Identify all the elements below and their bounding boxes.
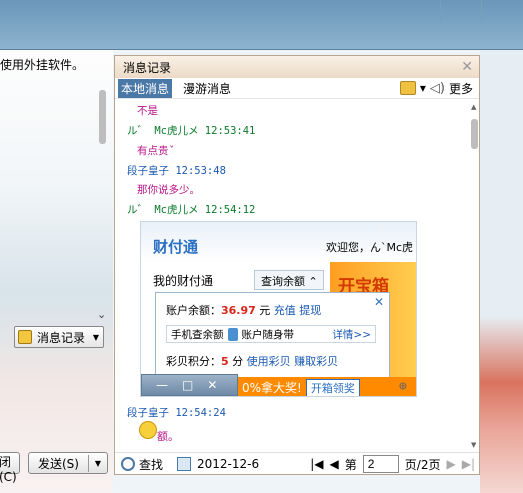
history-panel: 消息记录 ✕ 本地消息 漫游消息 ▾ ◁) 更多 不是 ル゛ Mc虎儿メ 12:… <box>114 55 480 475</box>
export-icon[interactable] <box>399 81 416 95</box>
points-unit: 分 <box>232 355 244 368</box>
balance-popup: ✕ 账户余额：36.97 元 充值 提现 手机查余额 账户随身带 详情>> 彩贝… <box>155 292 390 378</box>
history-icon <box>18 330 32 344</box>
balance-unit: 元 <box>259 304 271 317</box>
search-label[interactable]: 查找 <box>139 456 163 473</box>
close-chat-label: 闭(C) <box>0 455 17 484</box>
points-value: 5 <box>221 355 229 368</box>
points-line: 彩贝积分：5 分 使用彩贝 赚取彩贝 <box>166 353 338 369</box>
desktop-background <box>480 50 523 493</box>
popup-close-icon: ✕ <box>373 295 384 309</box>
speaker-icon[interactable]: ◁) <box>430 81 445 96</box>
prize-banner: 0%拿大奖! 开箱领奖 <box>238 377 416 396</box>
history-scrollbar[interactable]: ▲ ▼ <box>469 101 480 453</box>
tab-local[interactable]: 本地消息 <box>118 78 173 98</box>
mini-minimize-icon: — <box>156 378 168 392</box>
balance-label: 账户余额： <box>166 304 221 317</box>
send-options-icon[interactable]: ▼ <box>89 459 107 468</box>
sender-name: ル゛ Mc虎儿メ <box>127 125 199 137</box>
close-chat-button[interactable]: 闭(C) <box>0 452 20 484</box>
mini-maximize-icon: □ <box>182 378 194 392</box>
history-footer: 查找 2012-12-6 |◀ ◀ 第 页/2页 ▶ ▶| <box>115 452 479 475</box>
message-text: 有点贵ˇ <box>137 145 175 157</box>
balance-line: 账户余额：36.97 元 充值 提现 <box>166 302 321 318</box>
last-page-icon[interactable]: ▶| <box>462 457 475 471</box>
chat-left-panel: 使用外挂软件。 ⌄ 消息记录 ▼ 闭(C) 发送(S) ▼ <box>0 50 113 493</box>
message-time: 12:54:12 <box>204 204 256 216</box>
close-history-icon[interactable]: ✕ <box>461 59 473 75</box>
emoji-icon <box>139 421 157 439</box>
page-prefix: 第 <box>344 457 357 472</box>
notice-text: 使用外挂软件。 <box>0 58 85 72</box>
history-title-bar: 消息记录 ✕ <box>115 56 479 78</box>
message-list: 不是 ル゛ Mc虎儿メ 12:53:41 有点贵ˇ 段子皇子 12:53:48 … <box>115 101 469 453</box>
page-suffix: 页/2页 <box>404 457 441 472</box>
history-button-label: 消息记录 <box>37 330 86 345</box>
balance-value: 36.97 <box>221 304 256 317</box>
page-navigation: |◀ ◀ 第 页/2页 ▶ ▶| <box>310 455 475 473</box>
points-label: 彩贝积分： <box>166 355 221 368</box>
page-input[interactable] <box>362 455 399 473</box>
sender-name: 段子皇子 <box>127 165 169 177</box>
send-button-label: 发送(S) <box>29 454 89 472</box>
message-time: 12:54:24 <box>175 407 226 419</box>
phone-check-label: 手机查余额 <box>171 328 224 341</box>
first-page-icon[interactable]: |◀ <box>310 457 323 471</box>
my-tenpay-tab: 我的财付通 <box>153 274 214 288</box>
message-header: 段子皇子 12:54:24 <box>127 405 226 420</box>
sender-name: 段子皇子 <box>127 407 169 419</box>
tab-roaming[interactable]: 漫游消息 <box>180 79 234 98</box>
history-tabs: 本地消息 漫游消息 ▾ ◁) 更多 <box>115 78 479 99</box>
minimized-window-bar: — □ ✕ <box>141 374 238 396</box>
export-dropdown-icon[interactable]: ▾ <box>420 81 426 95</box>
scroll-thumb[interactable] <box>471 119 478 149</box>
message-text: 额。 <box>157 430 179 443</box>
use-points-link: 使用彩贝 <box>246 355 291 368</box>
dropdown-icon: ▼ <box>92 332 99 342</box>
banner-text: 0%拿大奖! <box>242 381 302 395</box>
earn-points-link: 赚取彩贝 <box>294 355 339 368</box>
collapse-icon[interactable]: ⌄ <box>97 308 106 321</box>
tenpay-logo: 财付通 <box>153 238 199 256</box>
scroll-down-icon[interactable]: ▼ <box>471 441 476 449</box>
mini-close-icon: ✕ <box>207 378 218 392</box>
sender-name: ル゛ Mc虎儿メ <box>127 204 199 216</box>
zoom-icon: ⊕ <box>399 379 407 394</box>
left-scrollbar[interactable] <box>99 90 106 144</box>
welcome-text: 欢迎您，ん`Mc虎 <box>326 241 414 254</box>
prev-page-icon[interactable]: ◀ <box>330 457 339 471</box>
withdraw-link: 提现 <box>299 304 322 317</box>
message-text: 不是 <box>137 105 158 117</box>
scroll-up-icon[interactable]: ▲ <box>471 103 476 111</box>
more-label[interactable]: 更多 <box>449 80 473 97</box>
next-page-icon[interactable]: ▶ <box>446 457 455 471</box>
message-time: 12:53:41 <box>204 125 256 137</box>
recharge-link: 充值 <box>273 304 296 317</box>
calendar-icon[interactable] <box>177 457 192 471</box>
shared-screenshot[interactable]: 财付通 欢迎您，ん`Mc虎 我的财付通 查询余额 ⌃ 开宝箱 E ✕ 账户余额：… <box>140 221 417 397</box>
message-text: 那你说多少。 <box>137 184 200 196</box>
window-titlebar <box>0 0 523 50</box>
minimize-button[interactable] <box>440 0 480 22</box>
search-icon[interactable] <box>121 457 135 471</box>
close-window-button[interactable] <box>481 0 521 22</box>
message-header: ル゛ Mc虎儿メ 12:53:41 <box>127 123 255 138</box>
account-token-label: 账户随身带 <box>241 328 295 341</box>
message-time: 12:53:48 <box>175 165 226 177</box>
banner-button: 开箱领奖 <box>305 378 360 396</box>
history-title: 消息记录 <box>123 60 172 75</box>
phone-icon <box>227 327 238 341</box>
phone-balance-row: 手机查余额 账户随身带 详情>> <box>166 325 376 343</box>
message-header: 段子皇子 12:53:48 <box>127 163 226 178</box>
query-balance-button: 查询余额 ⌃ <box>254 270 324 290</box>
history-button[interactable]: 消息记录 ▼ <box>14 326 104 348</box>
message-header: ル゛ Mc虎儿メ 12:54:12 <box>127 202 255 217</box>
send-button[interactable]: 发送(S) ▼ <box>28 452 108 474</box>
date-label[interactable]: 2012-12-6 <box>197 457 259 471</box>
history-tools: ▾ ◁) 更多 <box>399 80 473 97</box>
details-link: 详情>> <box>332 328 371 341</box>
